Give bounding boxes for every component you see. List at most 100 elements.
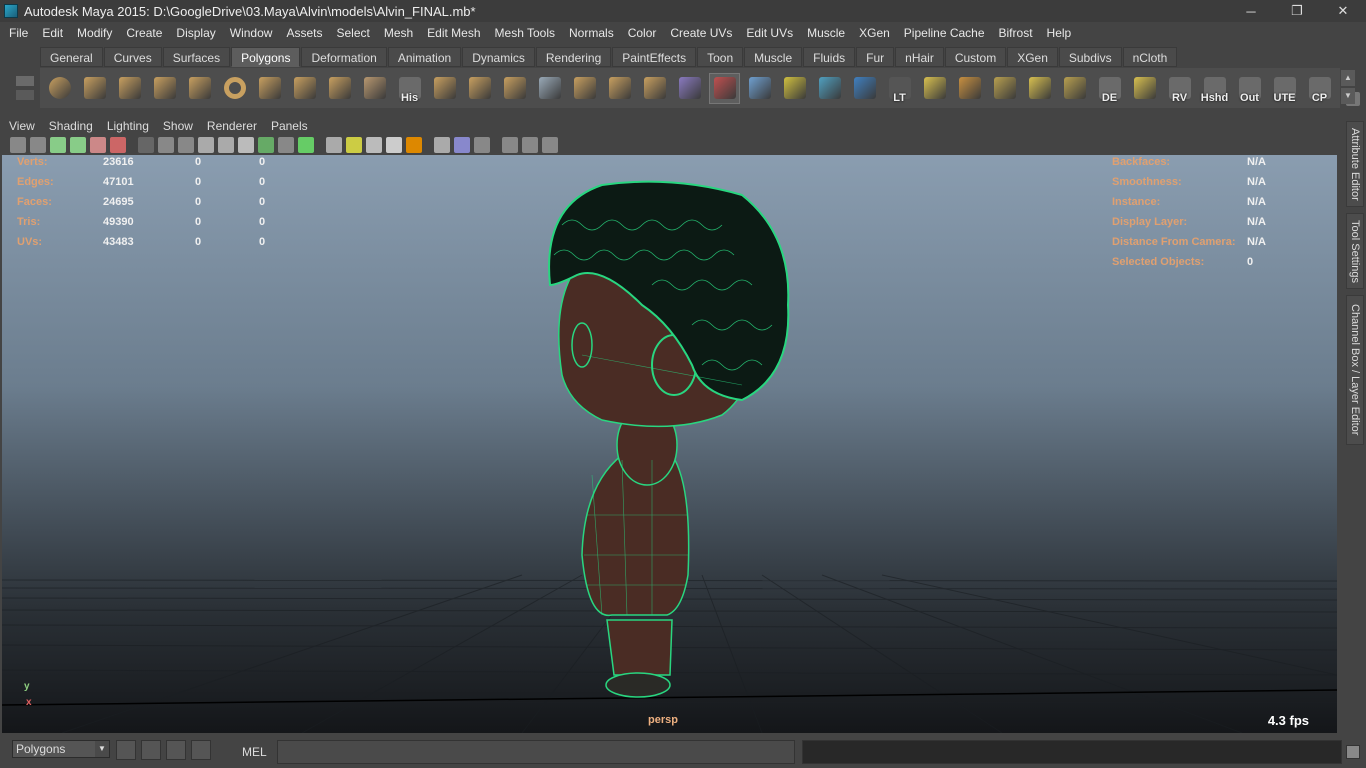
poly-pipe-icon[interactable]	[289, 73, 320, 104]
viewport-tool-11-icon[interactable]	[218, 137, 234, 153]
viewport-tool-4-icon[interactable]	[70, 137, 86, 153]
viewport-tool-22-icon[interactable]	[454, 137, 470, 153]
menu-modify[interactable]: Modify	[70, 22, 119, 44]
viewport-tool-13-icon[interactable]	[258, 137, 274, 153]
shelf-scroll-down-icon[interactable]: ▼	[1341, 88, 1355, 104]
menu-color[interactable]: Color	[621, 22, 664, 44]
viewport-tool-14-icon[interactable]	[278, 137, 294, 153]
tab-muscle[interactable]: Muscle	[744, 47, 803, 67]
viewport-tool-1-icon[interactable]	[10, 137, 26, 153]
viewport-tool-15-icon[interactable]	[298, 137, 314, 153]
menu-xgen[interactable]: XGen	[852, 22, 897, 44]
menu-normals[interactable]: Normals	[562, 22, 621, 44]
tab-general[interactable]: General	[40, 47, 103, 67]
poly-torus-icon[interactable]	[219, 73, 250, 104]
extrude-icon[interactable]	[429, 73, 460, 104]
tab-custom[interactable]: Custom	[944, 47, 1007, 67]
tab-ncloth[interactable]: nCloth	[1122, 47, 1178, 67]
viewport-tool-17-icon[interactable]	[346, 137, 362, 153]
command-line-input[interactable]	[277, 740, 795, 764]
viewport-tool-5-icon[interactable]	[90, 137, 106, 153]
menu-pipeline-cache[interactable]: Pipeline Cache	[897, 22, 992, 44]
append-polygon-icon[interactable]	[499, 73, 530, 104]
transform-component-icon[interactable]	[814, 73, 845, 104]
split-polygon-icon[interactable]	[534, 73, 565, 104]
restore-button[interactable]: ❐	[1274, 0, 1320, 22]
lattice-icon[interactable]	[744, 73, 775, 104]
viewport-tool-8-icon[interactable]	[158, 137, 174, 153]
menu-bifrost[interactable]: Bifrost	[992, 22, 1040, 44]
combine-icon[interactable]	[639, 73, 670, 104]
create-polygon-tool-icon[interactable]	[324, 73, 355, 104]
viewport-tool-26-icon[interactable]	[542, 137, 558, 153]
mirror-geometry-icon[interactable]	[674, 73, 705, 104]
tab-tool-settings[interactable]: Tool Settings	[1346, 213, 1364, 289]
viewport-menu-panels[interactable]: Panels	[264, 119, 315, 133]
tab-deformation[interactable]: Deformation	[301, 47, 387, 67]
poly-sphere-icon[interactable]	[44, 73, 75, 104]
viewport-tool-2-icon[interactable]	[30, 137, 46, 153]
menu-help[interactable]: Help	[1040, 22, 1079, 44]
tab-painteffects[interactable]: PaintEffects	[612, 47, 697, 67]
object-mode-icon[interactable]	[141, 740, 161, 760]
viewport-tool-16-icon[interactable]	[326, 137, 342, 153]
tab-animation[interactable]: Animation	[387, 47, 462, 67]
mel-label[interactable]: MEL	[242, 745, 267, 759]
poly-cone-icon[interactable]	[149, 73, 180, 104]
menu-edit-uvs[interactable]: Edit UVs	[739, 22, 800, 44]
viewport-tool-20-icon[interactable]	[406, 137, 422, 153]
viewport-tool-24-icon[interactable]	[502, 137, 518, 153]
tab-channel-box[interactable]: Channel Box / Layer Editor	[1346, 295, 1364, 445]
viewport-tool-19-icon[interactable]	[386, 137, 402, 153]
poly-cube-icon[interactable]	[79, 73, 110, 104]
poly-cylinder-icon[interactable]	[114, 73, 145, 104]
tab-rendering[interactable]: Rendering	[535, 47, 612, 67]
tab-dynamics[interactable]: Dynamics	[462, 47, 535, 67]
bridge-icon[interactable]	[464, 73, 495, 104]
shelf-scroll-up-icon[interactable]: ▲	[1341, 70, 1355, 86]
close-button[interactable]: ✕	[1320, 0, 1366, 22]
merge-vertices-icon[interactable]	[604, 73, 635, 104]
viewport-tool-12-icon[interactable]	[238, 137, 254, 153]
viewport-tool-7-icon[interactable]	[138, 137, 154, 153]
uv-layout-2-icon[interactable]	[954, 73, 985, 104]
sculpt-tool-icon[interactable]	[709, 72, 740, 104]
menu-muscle[interactable]: Muscle	[800, 22, 852, 44]
menu-set-select[interactable]: Polygons ▼	[12, 740, 110, 758]
menu-create-uvs[interactable]: Create UVs	[663, 22, 739, 44]
menu-create[interactable]: Create	[119, 22, 169, 44]
outliner-icon[interactable]	[166, 740, 186, 760]
viewport-tool-23-icon[interactable]	[474, 137, 490, 153]
viewport-tool-10-icon[interactable]	[198, 137, 214, 153]
lt-icon[interactable]: LT	[884, 73, 915, 104]
planar-mapping-icon[interactable]	[849, 73, 880, 104]
viewport-3d[interactable]: Verts: 23616 0 0 Edges: 47101 0 0 Faces: 24695 0 0 T…	[2, 155, 1337, 733]
insert-edge-loop-icon[interactable]	[569, 73, 600, 104]
viewport-menu-view[interactable]: View	[2, 119, 42, 133]
poly-pyramid-icon[interactable]	[254, 73, 285, 104]
de-icon[interactable]: DE	[1094, 73, 1125, 104]
tab-nhair[interactable]: nHair	[895, 47, 944, 67]
viewport-menu-lighting[interactable]: Lighting	[100, 119, 156, 133]
hypershade-icon[interactable]	[191, 740, 211, 760]
ute-icon[interactable]: UTE	[1269, 73, 1300, 104]
snap-icon[interactable]	[116, 740, 136, 760]
tab-subdivs[interactable]: Subdivs	[1058, 47, 1122, 67]
viewport-tool-3-icon[interactable]	[50, 137, 66, 153]
history-icon[interactable]: His	[394, 73, 425, 104]
tab-attribute-editor[interactable]: Attribute Editor	[1346, 121, 1364, 207]
viewport-menu-shading[interactable]: Shading	[42, 119, 100, 133]
uv-layout-3-icon[interactable]	[989, 73, 1020, 104]
script-editor-icon[interactable]	[1346, 745, 1360, 759]
shelf-grip[interactable]	[14, 62, 36, 110]
tab-fur[interactable]: Fur	[856, 47, 895, 67]
viewport-tool-6-icon[interactable]	[110, 137, 126, 153]
character-model[interactable]	[548, 180, 790, 698]
menu-mesh[interactable]: Mesh	[377, 22, 420, 44]
soft-modification-icon[interactable]	[779, 73, 810, 104]
viewport-tool-21-icon[interactable]	[434, 137, 450, 153]
tab-polygons[interactable]: Polygons	[231, 47, 301, 67]
minimize-button[interactable]: ─	[1228, 0, 1274, 22]
uv-layout-1-icon[interactable]	[919, 73, 950, 104]
viewport-tool-25-icon[interactable]	[522, 137, 538, 153]
